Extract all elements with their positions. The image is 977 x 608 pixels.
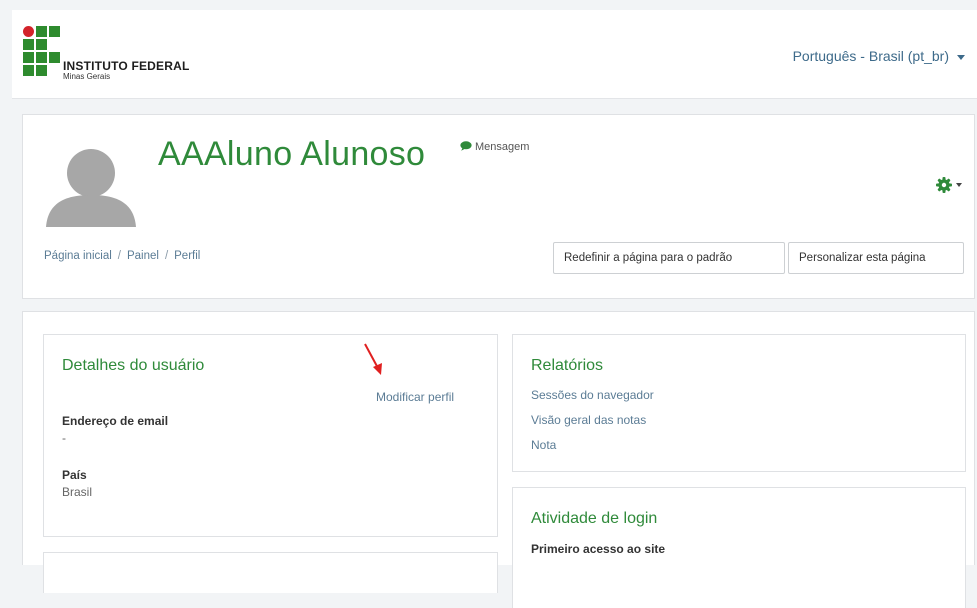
profile-name: AAAluno Alunoso [158, 135, 426, 173]
institution-logo[interactable]: INSTITUTO FEDERAL Minas Gerais [23, 26, 223, 86]
message-link[interactable]: Mensagem [460, 141, 529, 153]
login-activity-block: Atividade de login Primeiro acesso ao si… [512, 487, 966, 608]
logo-title: INSTITUTO FEDERAL [63, 59, 190, 73]
browser-sessions-link[interactable]: Sessões do navegador [531, 388, 654, 402]
breadcrumb-dashboard[interactable]: Painel [127, 250, 159, 262]
edit-profile-link[interactable]: Modificar perfil [376, 390, 454, 404]
profile-content: Detalhes do usuário Modificar perfil End… [22, 311, 975, 608]
message-label: Mensagem [475, 141, 530, 153]
settings-menu[interactable] [936, 177, 962, 193]
first-access-label: Primeiro acesso ao site [531, 542, 666, 556]
next-block [43, 552, 498, 593]
reset-page-button[interactable]: Redefinir a página para o padrão [553, 242, 785, 274]
speech-bubble-icon [460, 141, 472, 151]
grades-overview-link[interactable]: Visão geral das notas [531, 413, 646, 427]
reports-title: Relatórios [531, 357, 604, 374]
email-value: - [62, 431, 66, 445]
annotation-arrow-icon [364, 343, 382, 375]
avatar [46, 149, 136, 227]
grade-link[interactable]: Nota [531, 438, 556, 452]
reports-block: Relatórios Sessões do navegador Visão ge… [512, 334, 966, 472]
user-details-title: Detalhes do usuário [62, 357, 205, 374]
login-activity-title: Atividade de login [531, 510, 658, 527]
language-selector[interactable]: Português - Brasil (pt_br) [793, 48, 965, 64]
chevron-down-icon [957, 54, 965, 60]
country-label: País [62, 468, 87, 482]
language-label: Português - Brasil (pt_br) [792, 48, 949, 64]
breadcrumb: Página inicial / Painel / Perfil [44, 250, 201, 262]
user-details-block: Detalhes do usuário Modificar perfil End… [43, 334, 498, 537]
breadcrumb-profile[interactable]: Perfil [174, 250, 200, 262]
logo-subtitle: Minas Gerais [63, 72, 111, 81]
email-label: Endereço de email [62, 414, 169, 428]
gear-icon [936, 177, 952, 193]
country-value: Brasil [62, 485, 93, 499]
profile-header: AAAluno Alunoso Mensagem Página inicial /… [22, 114, 975, 299]
customize-page-button[interactable]: Personalizar esta página [788, 242, 964, 274]
logo-icon [23, 26, 63, 82]
caret-down-icon [956, 183, 962, 187]
breadcrumb-home[interactable]: Página inicial [44, 250, 112, 262]
top-navbar: INSTITUTO FEDERAL Minas Gerais Português… [12, 10, 977, 99]
